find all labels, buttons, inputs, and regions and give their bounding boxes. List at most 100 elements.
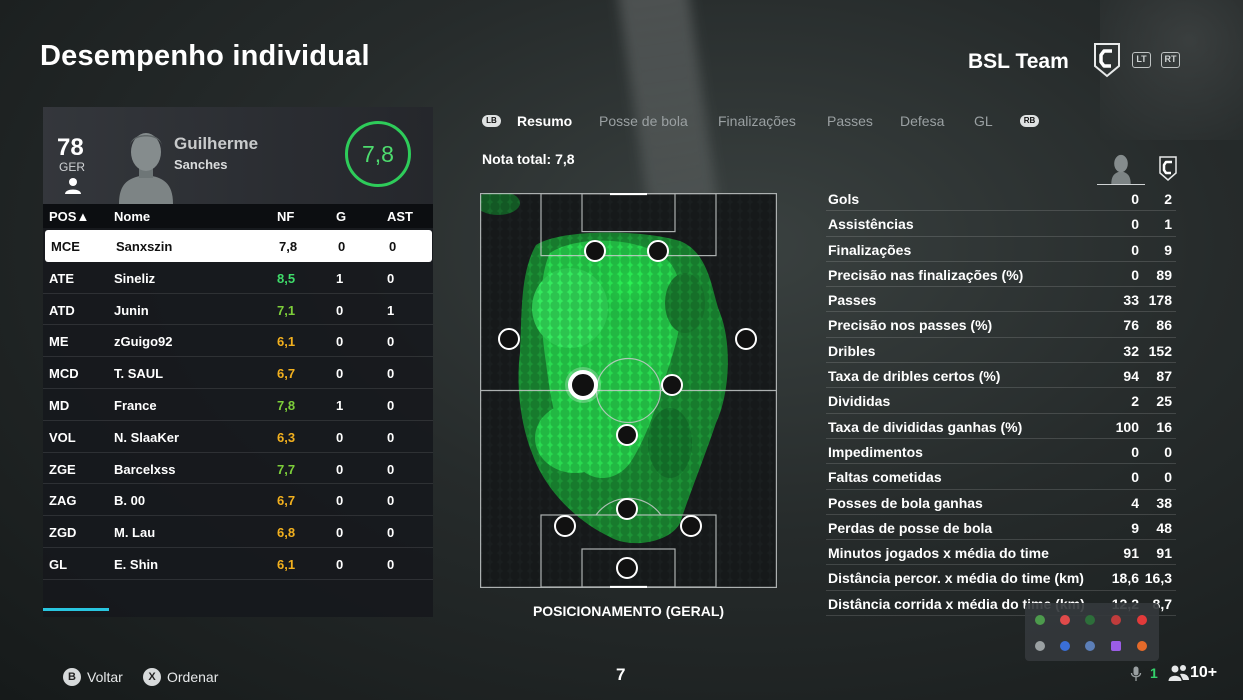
column-header-ast[interactable]: AST bbox=[387, 209, 413, 224]
table-row[interactable]: ATD Junin 7,1 0 1 bbox=[43, 294, 433, 326]
table-row[interactable]: ATE Sineliz 8,5 1 0 bbox=[43, 262, 433, 294]
row-assists: 0 bbox=[387, 525, 395, 541]
stat-label: Precisão nas finalizações (%) bbox=[828, 266, 1024, 283]
stat-row: Perdas de posse de bola 9 48 bbox=[826, 515, 1176, 541]
overlay-icon-6[interactable] bbox=[1035, 641, 1045, 651]
table-row[interactable]: ZAG B. 00 6,7 0 0 bbox=[43, 484, 433, 517]
stat-player-value: 18,6 bbox=[1111, 570, 1139, 587]
marker-mcd bbox=[661, 374, 683, 396]
stat-team-value: 48 bbox=[1156, 519, 1172, 536]
row-name: M. Lau bbox=[114, 525, 156, 541]
x-button-icon[interactable]: X bbox=[143, 668, 161, 686]
row-name: Sineliz bbox=[114, 270, 156, 286]
table-row[interactable]: MCE Sanxszin 7,8 0 0 bbox=[45, 230, 432, 262]
table-row[interactable]: ZGD M. Lau 6,8 0 0 bbox=[43, 516, 433, 548]
stat-player-value: 4 bbox=[1131, 494, 1139, 511]
tab-posse-de-bola[interactable]: Posse de bola bbox=[599, 113, 688, 129]
stat-team-value: 25 bbox=[1156, 393, 1172, 410]
overlay-icon-9[interactable] bbox=[1111, 641, 1121, 651]
player-column-avatar-icon bbox=[1097, 154, 1145, 185]
tab-finalizacoes[interactable]: Finalizações bbox=[718, 113, 796, 129]
page-number: 7 bbox=[616, 665, 626, 684]
person-icon bbox=[65, 178, 81, 194]
stat-team-value: 91 bbox=[1156, 545, 1172, 562]
tab-resumo[interactable]: Resumo bbox=[517, 113, 572, 129]
rb-button-icon[interactable]: RB bbox=[1020, 115, 1039, 127]
positioning-heatmap bbox=[480, 193, 777, 588]
row-assists: 0 bbox=[387, 270, 395, 286]
overlay-icon-10[interactable] bbox=[1137, 641, 1147, 651]
row-pos: ME bbox=[49, 334, 69, 350]
lt-button-icon[interactable]: LT bbox=[1132, 52, 1151, 68]
column-header-g[interactable]: G bbox=[336, 209, 346, 224]
stats-table: Gols 0 2 Assistências 0 1 Finalizações 0 9 Precis… bbox=[826, 186, 1176, 617]
row-assists: 0 bbox=[387, 397, 395, 413]
system-overlay-icons[interactable] bbox=[1025, 603, 1159, 661]
overlay-icon-2[interactable] bbox=[1060, 615, 1070, 625]
party-count: 10+ bbox=[1190, 664, 1218, 681]
column-header-name[interactable]: Nome bbox=[114, 209, 150, 224]
stat-label: Taxa de dribles certos (%) bbox=[828, 368, 1001, 385]
stat-row: Divididas 2 25 bbox=[826, 388, 1176, 414]
b-button-icon[interactable]: B bbox=[63, 668, 81, 686]
player-table-body: MCE Sanxszin 7,8 0 0 ATE Sineliz 8,5 1 0 ATD Junin 7… bbox=[43, 230, 433, 580]
column-header-nf[interactable]: NF bbox=[277, 209, 294, 224]
stat-player-value: 32 bbox=[1123, 342, 1139, 359]
stat-team-value: 2 bbox=[1164, 191, 1172, 207]
row-rating: 7,7 bbox=[277, 461, 296, 477]
mic-count: 1 bbox=[1150, 665, 1158, 681]
row-name: zGuigo92 bbox=[114, 334, 173, 350]
stat-team-value: 1 bbox=[1164, 216, 1172, 233]
stat-player-value: 2 bbox=[1131, 393, 1139, 410]
table-row[interactable]: ZGE Barcelxss 7,7 0 0 bbox=[43, 453, 433, 485]
stat-team-value: 0 bbox=[1164, 443, 1172, 460]
row-rating: 6,7 bbox=[277, 366, 296, 382]
row-name: Sanxszin bbox=[116, 239, 173, 254]
column-header-pos[interactable]: POS▲ bbox=[49, 209, 89, 224]
rt-button-icon[interactable]: RT bbox=[1161, 52, 1180, 68]
row-assists: 0 bbox=[387, 334, 395, 350]
row-goals: 0 bbox=[336, 366, 344, 382]
stat-player-value: 100 bbox=[1115, 418, 1139, 435]
back-label[interactable]: Voltar bbox=[87, 669, 123, 685]
player-rating-ring: 7,8 bbox=[345, 121, 411, 187]
table-row[interactable]: GL E. Shin 6,1 0 0 bbox=[43, 548, 433, 580]
tab-passes[interactable]: Passes bbox=[827, 113, 873, 129]
overlay-icon-4[interactable] bbox=[1111, 615, 1121, 625]
overlay-icon-1[interactable] bbox=[1035, 615, 1045, 625]
tab-defesa[interactable]: Defesa bbox=[900, 113, 944, 129]
row-pos: MD bbox=[49, 397, 70, 413]
stat-team-value: 152 bbox=[1148, 342, 1172, 359]
team-name: BSL Team bbox=[968, 50, 1069, 73]
stat-label: Assistências bbox=[828, 216, 914, 233]
row-rating: 6,3 bbox=[277, 429, 296, 445]
microphone-icon bbox=[1130, 666, 1142, 681]
row-goals: 1 bbox=[336, 397, 344, 413]
stat-player-value: 94 bbox=[1123, 368, 1139, 385]
overlay-icon-7[interactable] bbox=[1060, 641, 1070, 651]
stat-player-value: 0 bbox=[1131, 216, 1139, 233]
table-row[interactable]: MD France 7,8 1 0 bbox=[43, 389, 433, 421]
tab-gl[interactable]: GL bbox=[974, 113, 993, 129]
sort-hint[interactable]: X Ordenar bbox=[143, 668, 218, 686]
row-pos: MCD bbox=[49, 366, 79, 382]
table-row[interactable]: MCD T. SAUL 6,7 0 0 bbox=[43, 357, 433, 389]
table-row[interactable]: VOL N. SlaaKer 6,3 0 0 bbox=[43, 421, 433, 453]
overlay-icon-8[interactable] bbox=[1085, 641, 1095, 651]
stat-player-value: 9 bbox=[1131, 519, 1139, 536]
overlay-icon-5[interactable] bbox=[1137, 615, 1147, 625]
overlay-icon-3[interactable] bbox=[1085, 615, 1095, 625]
stat-label: Impedimentos bbox=[828, 443, 923, 460]
stat-player-value: 0 bbox=[1131, 443, 1139, 460]
team-crest-icon bbox=[1094, 43, 1120, 78]
stat-player-value: 0 bbox=[1131, 191, 1139, 207]
table-row[interactable]: ME zGuigo92 6,1 0 0 bbox=[43, 325, 433, 358]
stat-player-value: 0 bbox=[1131, 469, 1139, 486]
sort-label[interactable]: Ordenar bbox=[167, 669, 218, 685]
back-hint[interactable]: B Voltar bbox=[63, 668, 123, 686]
stat-team-value: 9 bbox=[1164, 241, 1172, 258]
stat-team-value: 87 bbox=[1156, 368, 1172, 385]
stat-label: Posses de bola ganhas bbox=[828, 494, 983, 511]
lb-button-icon[interactable]: LB bbox=[482, 115, 501, 127]
marker-me bbox=[498, 328, 520, 350]
